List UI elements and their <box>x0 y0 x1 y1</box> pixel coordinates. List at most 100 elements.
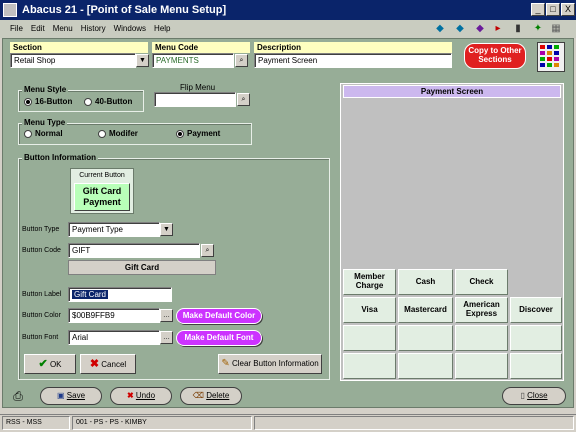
button-code-field[interactable]: GIFT <box>68 243 200 258</box>
menu-button-check[interactable]: Check <box>455 269 508 295</box>
menu-history[interactable]: History <box>77 20 110 38</box>
print-icon[interactable]: ⎙ <box>10 388 26 404</box>
undo-button[interactable]: ✖ Undo <box>110 387 172 405</box>
button-color-field[interactable]: $00B9FFB9 <box>68 308 160 323</box>
runner-icon[interactable]: ✦ <box>530 22 546 36</box>
menu-menu[interactable]: Menu <box>49 20 77 38</box>
nav-prev-icon[interactable]: ◆ <box>452 22 468 36</box>
current-button-label: Current Button <box>79 172 125 179</box>
button-color-picker-icon[interactable]: … <box>160 309 173 322</box>
make-default-color-button[interactable]: Make Default Color <box>176 308 262 324</box>
section-dropdown-icon[interactable]: ▼ <box>136 54 149 67</box>
flip-menu-field[interactable] <box>154 92 236 107</box>
ok-button[interactable]: ✔ OK <box>24 354 76 374</box>
button-label-field[interactable]: Gift Card <box>68 287 172 302</box>
close-button[interactable]: ▯ Close <box>502 387 566 405</box>
radio-40-button[interactable]: 40-Button <box>84 97 132 106</box>
section-field[interactable]: Retail Shop <box>10 53 136 68</box>
radio-modifer[interactable]: Modifer <box>98 129 138 138</box>
button-font-field[interactable]: Arial <box>68 330 160 345</box>
button-code-description: Gift Card <box>68 260 216 275</box>
button-font-picker-icon[interactable]: … <box>160 331 173 344</box>
menu-button-empty[interactable] <box>510 325 562 351</box>
make-default-font-button[interactable]: Make Default Font <box>176 330 262 346</box>
menu-windows[interactable]: Windows <box>110 20 150 38</box>
menu-button-empty[interactable] <box>343 325 396 351</box>
calculator-icon[interactable]: ▮ <box>510 22 526 36</box>
menu-edit[interactable]: Edit <box>27 20 49 38</box>
current-button-line2: Payment <box>83 197 121 207</box>
menu-style-title: Menu Style <box>22 85 69 94</box>
gem-icon[interactable]: ◆ <box>472 22 488 36</box>
disk-icon: ▣ <box>56 391 65 400</box>
button-label-label: Button Label <box>22 291 62 298</box>
menu-code-label: Menu Code <box>152 42 250 53</box>
next-arrow-icon[interactable]: ▸ <box>490 22 506 36</box>
radio-modifer-label: Modifer <box>109 129 138 139</box>
button-code-search-icon[interactable]: ⌕ <box>201 244 214 257</box>
button-label-selection: Gift Card <box>72 290 109 299</box>
window-title: Abacus 21 - [Point of Sale Menu Setup] <box>22 4 227 16</box>
radio-payment-label: Payment <box>187 129 221 139</box>
flip-menu-search-icon[interactable]: ⌕ <box>237 93 250 106</box>
minimize-button[interactable]: _ <box>531 3 545 16</box>
calendar-icon[interactable]: ▦ <box>548 22 564 36</box>
clear-button-info-button[interactable]: ✎ Clear Button Information <box>218 354 322 374</box>
radio-normal[interactable]: Normal <box>24 129 63 138</box>
radio-40-dot[interactable] <box>84 97 92 106</box>
radio-payment[interactable]: Payment <box>176 129 220 138</box>
menu-type-title: Menu Type <box>22 118 68 127</box>
menu-button-empty[interactable] <box>398 325 453 351</box>
menu-button-empty[interactable] <box>343 353 396 379</box>
menu-code-field[interactable]: PAYMENTS <box>152 53 234 68</box>
menu-button-discover[interactable]: Discover <box>510 297 562 323</box>
cancel-button[interactable]: ✖ Cancel <box>80 354 136 374</box>
member-charge-line2: Charge <box>355 281 384 290</box>
undo-label: Undo <box>135 391 156 400</box>
close-label: Close <box>527 391 548 400</box>
menu-button-visa[interactable]: Visa <box>343 297 396 323</box>
radio-modifer-dot[interactable] <box>98 129 106 138</box>
cancel-label: Cancel <box>101 360 127 369</box>
menu-button-american-express[interactable]: American Express <box>455 297 508 323</box>
button-color-label: Button Color <box>22 312 61 319</box>
amex-line2: Express <box>465 309 498 318</box>
description-label: Description <box>254 42 452 53</box>
current-button-preview[interactable]: Gift Card Payment <box>74 183 130 211</box>
button-type-dropdown-icon[interactable]: ▼ <box>160 223 173 236</box>
status-session: 001 - PS - PS - KIMBY <box>72 416 252 430</box>
nav-first-icon[interactable]: ◆ <box>432 22 448 36</box>
undo-x-icon: ✖ <box>126 391 134 400</box>
delete-button[interactable]: ⌫ Delete <box>180 387 242 405</box>
section-label: Section <box>10 42 148 53</box>
maximize-button[interactable]: □ <box>546 3 560 16</box>
door-icon: ▯ <box>520 391 525 400</box>
menu-button-member-charge[interactable]: Member Charge <box>343 269 396 295</box>
copy-to-other-sections-button[interactable]: Copy to Other Sections <box>464 43 526 69</box>
close-window-button[interactable]: X <box>561 3 575 16</box>
radio-normal-dot[interactable] <box>24 129 32 138</box>
menu-button-empty[interactable] <box>455 325 508 351</box>
status-company: RSS - MSS <box>2 416 70 430</box>
delete-label: Delete <box>206 391 230 400</box>
radio-16-button[interactable]: 16-Button <box>24 97 72 106</box>
save-button[interactable]: ▣ Save <box>40 387 102 405</box>
x-icon: ✖ <box>89 358 100 370</box>
menu-button-empty[interactable] <box>398 353 453 379</box>
menu-code-search-icon[interactable]: ⌕ <box>235 54 248 67</box>
menu-button-empty[interactable] <box>455 353 508 379</box>
menu-file[interactable]: File <box>0 20 27 38</box>
button-type-field[interactable]: Payment Type <box>68 222 160 237</box>
menu-button-empty[interactable] <box>510 353 562 379</box>
radio-16-dot[interactable] <box>24 97 32 106</box>
menu-grid-icon[interactable] <box>537 42 565 72</box>
description-field[interactable]: Payment Screen <box>254 53 452 68</box>
app-icon <box>3 3 17 17</box>
radio-payment-dot[interactable] <box>176 129 184 138</box>
eraser-icon: ✎ <box>221 358 230 369</box>
menu-button-mastercard[interactable]: Mastercard <box>398 297 453 323</box>
menu-button-cash[interactable]: Cash <box>398 269 453 295</box>
save-label: Save <box>66 391 86 400</box>
radio-40-label: 40-Button <box>95 97 133 107</box>
menu-help[interactable]: Help <box>150 20 174 38</box>
